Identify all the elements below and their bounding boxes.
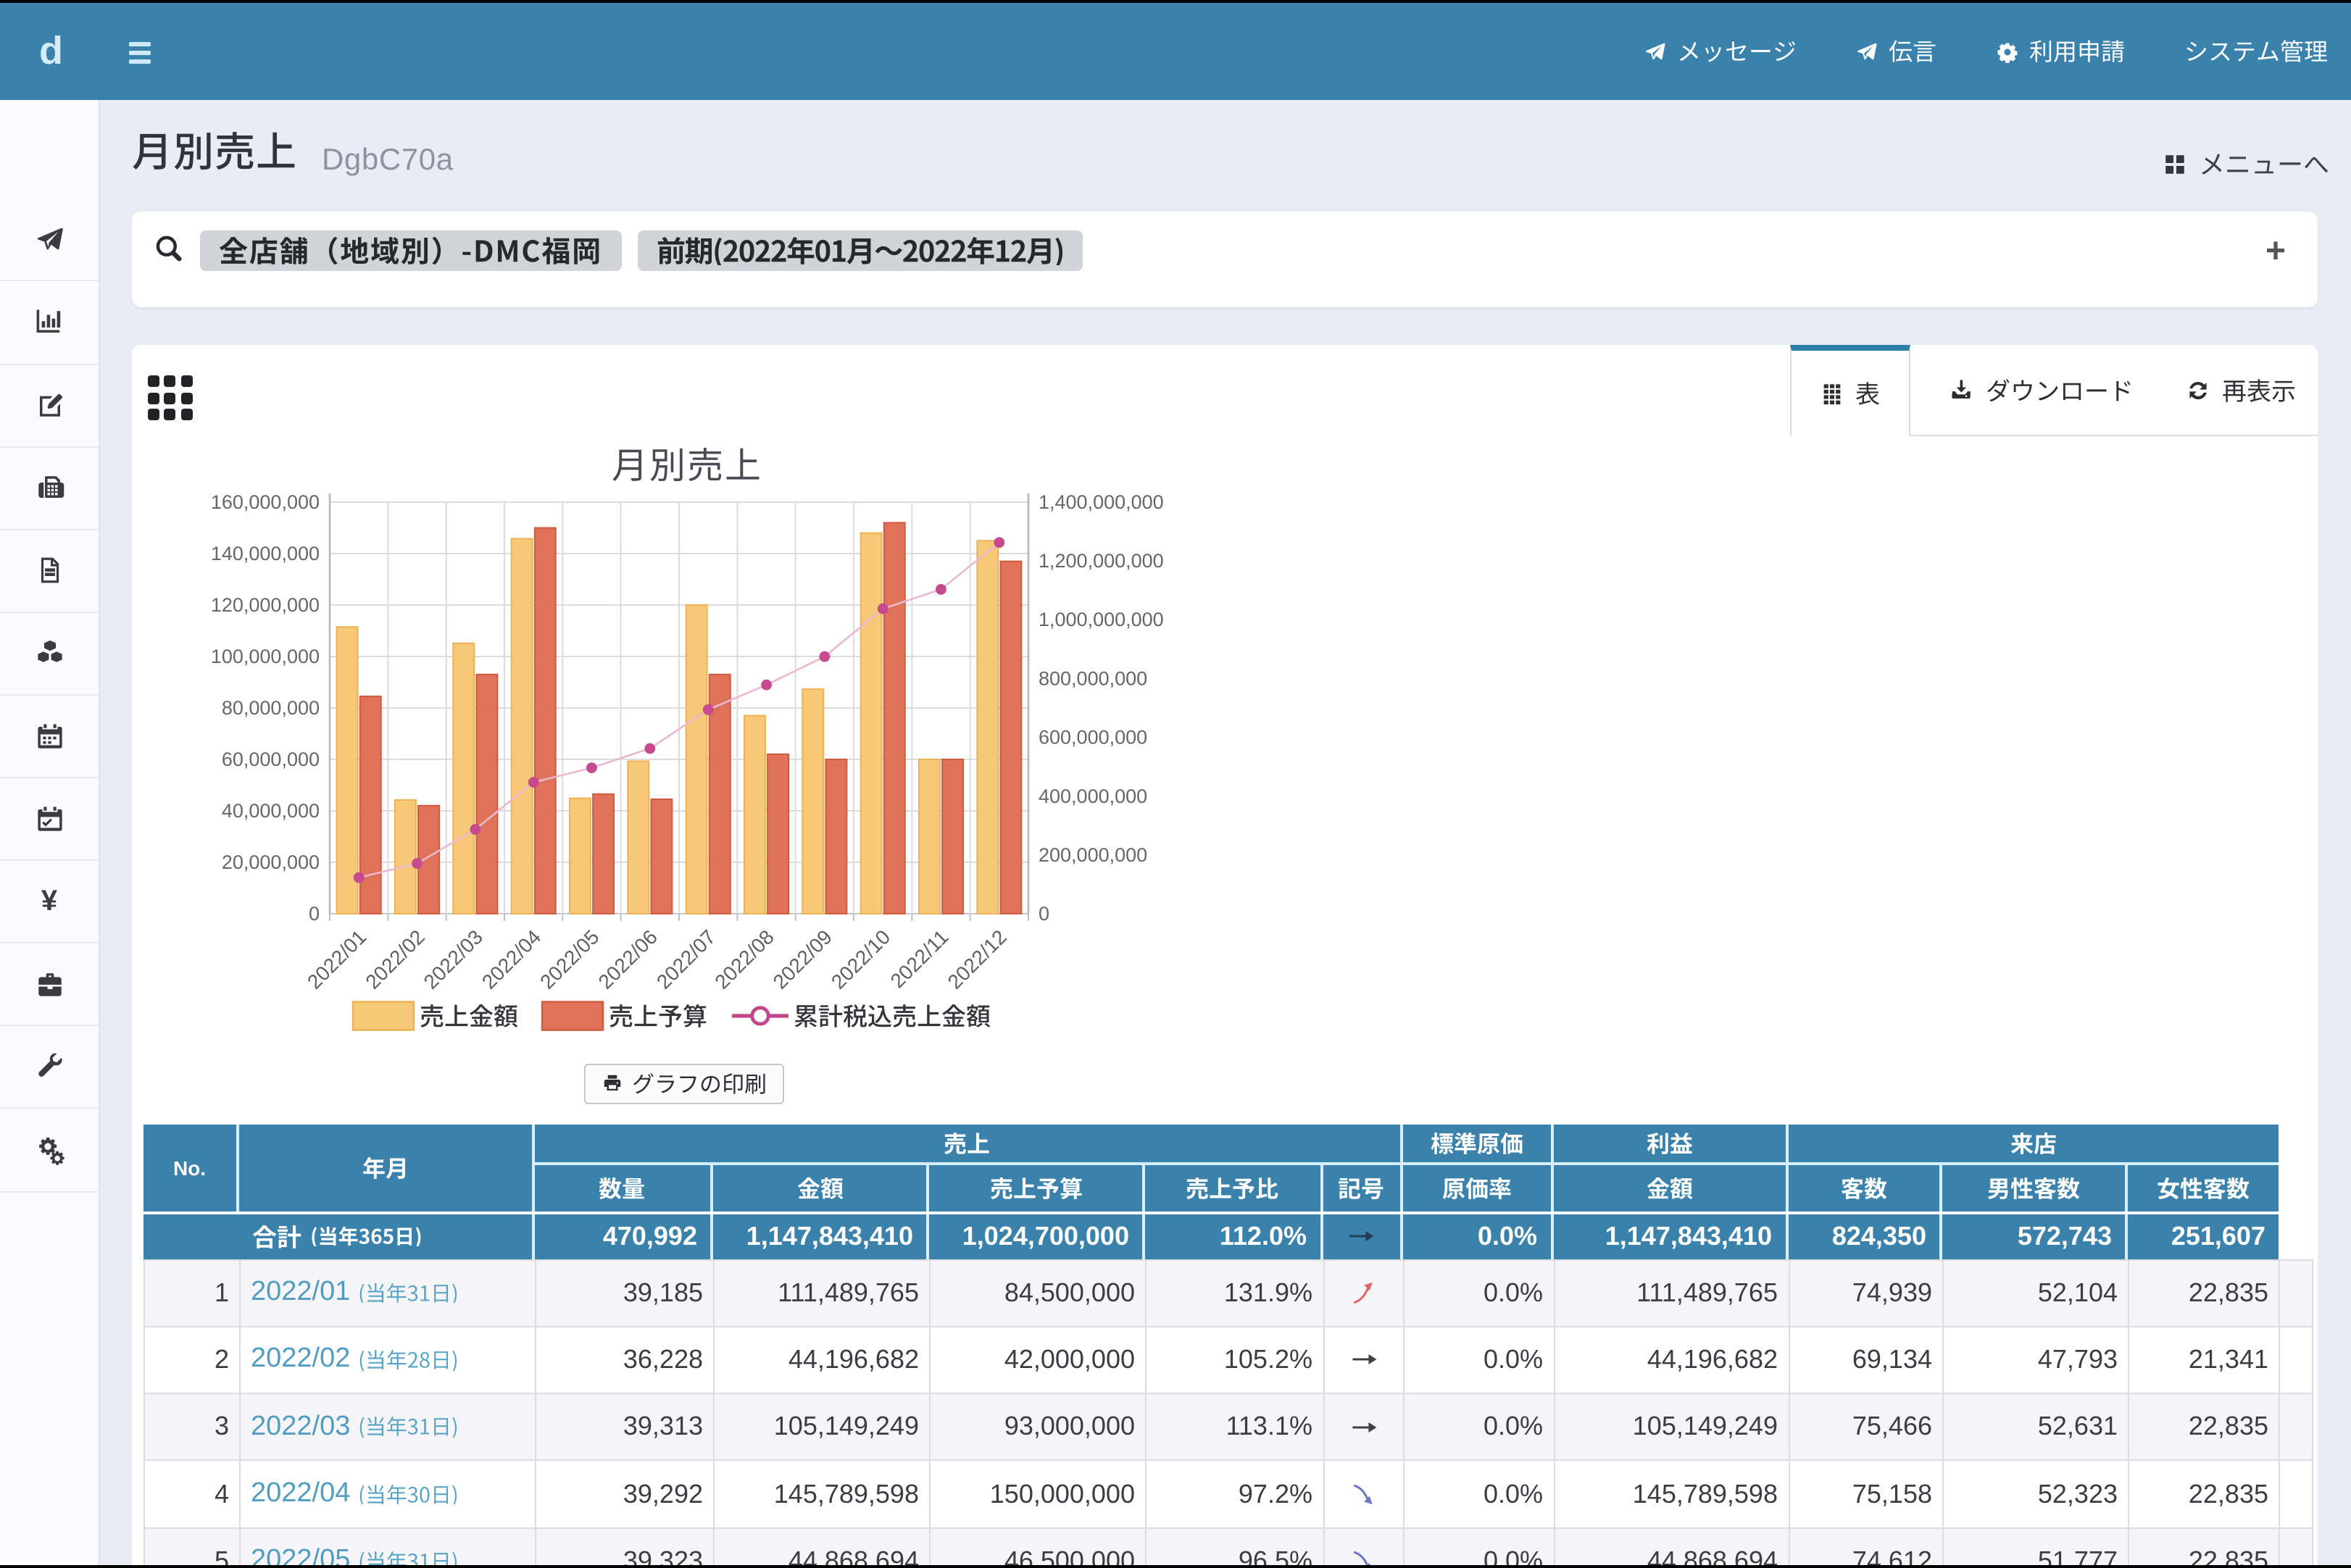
svg-text:1,200,000,000: 1,200,000,000 [1039,550,1164,572]
svg-text:2022/06: 2022/06 [594,925,662,993]
svg-text:200,000,000: 200,000,000 [1039,844,1147,866]
svg-text:60,000,000: 60,000,000 [222,748,320,770]
svg-text:2022/01: 2022/01 [303,925,370,993]
svg-text:2022/09: 2022/09 [769,925,836,993]
svg-text:1,400,000,000: 1,400,000,000 [1039,491,1164,513]
svg-text:120,000,000: 120,000,000 [211,594,320,616]
svg-text:1,000,000,000: 1,000,000,000 [1039,609,1164,630]
svg-text:2022/03: 2022/03 [420,925,487,993]
svg-text:400,000,000: 400,000,000 [1039,785,1147,807]
svg-text:2022/04: 2022/04 [478,925,545,993]
svg-text:0: 0 [1039,903,1049,925]
svg-text:160,000,000: 160,000,000 [211,491,320,513]
svg-text:2022/05: 2022/05 [536,925,603,993]
svg-text:40,000,000: 40,000,000 [222,800,320,822]
svg-text:2022/10: 2022/10 [827,925,894,993]
svg-text:2022/12: 2022/12 [944,925,1011,993]
svg-text:600,000,000: 600,000,000 [1039,727,1147,748]
svg-text:2022/08: 2022/08 [710,925,778,993]
svg-text:0: 0 [309,903,320,925]
svg-text:80,000,000: 80,000,000 [222,697,320,719]
svg-text:2022/07: 2022/07 [652,925,720,993]
svg-text:140,000,000: 140,000,000 [211,543,320,564]
svg-text:2022/11: 2022/11 [886,925,953,992]
svg-text:20,000,000: 20,000,000 [222,851,320,873]
svg-text:2022/02: 2022/02 [361,925,428,993]
svg-text:100,000,000: 100,000,000 [211,646,320,667]
svg-text:800,000,000: 800,000,000 [1039,667,1147,689]
